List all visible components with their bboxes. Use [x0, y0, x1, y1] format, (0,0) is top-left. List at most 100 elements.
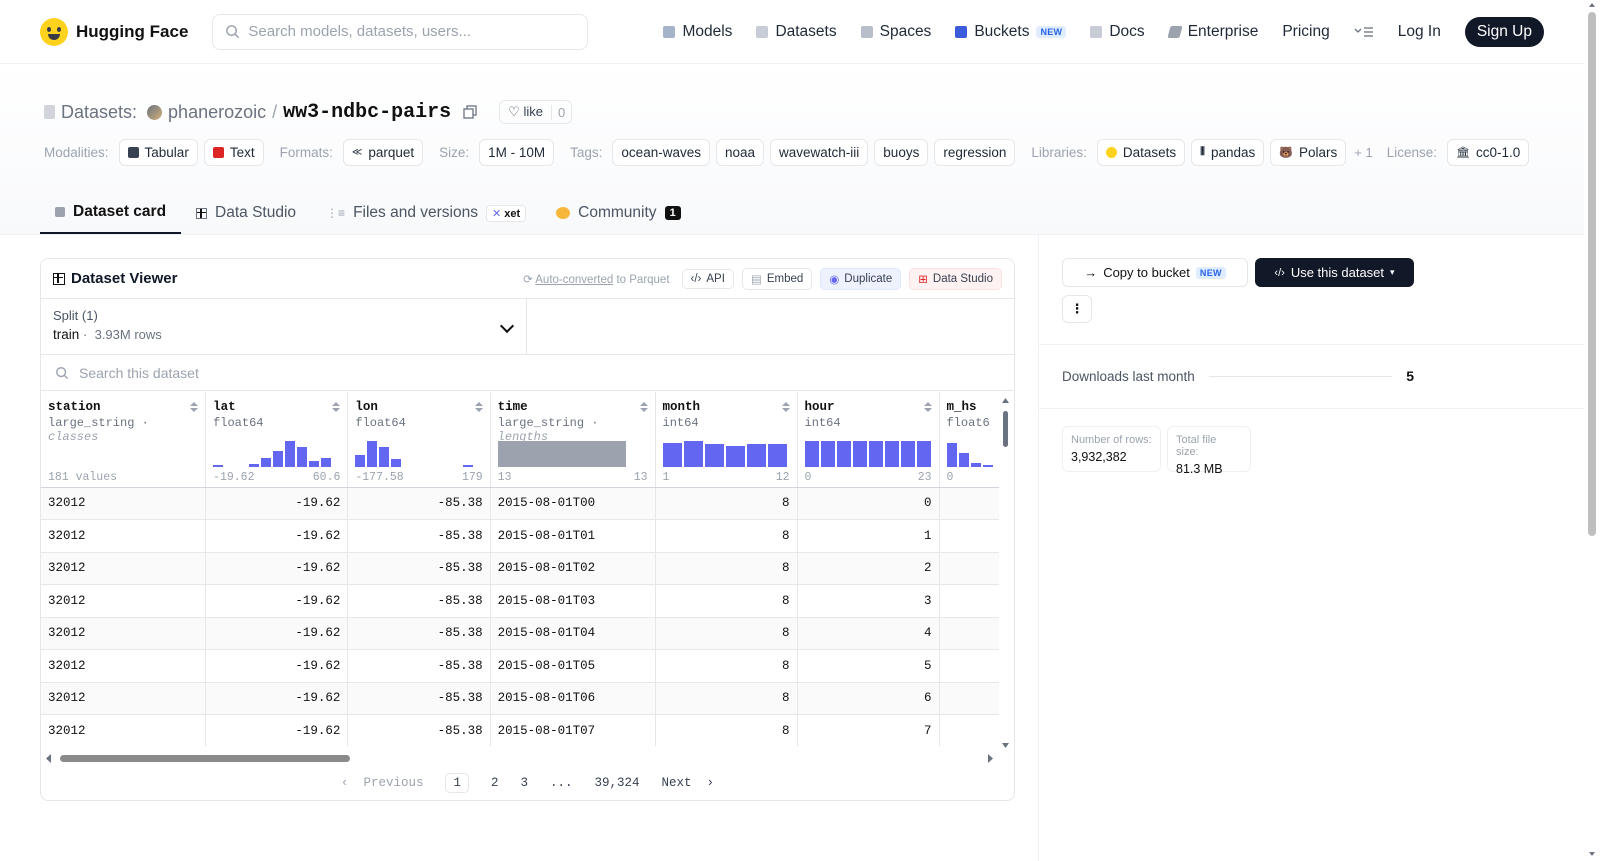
search-input[interactable] [248, 23, 569, 40]
table-cell[interactable]: 8 [655, 519, 798, 553]
table-cell[interactable]: 2015-08-01T04 [490, 617, 656, 650]
like-button[interactable]: ♡ like 0 [499, 100, 573, 124]
table-cell[interactable]: -19.62 [205, 682, 349, 715]
tag-lib-pandas[interactable]: ⦀ pandas [1191, 139, 1265, 166]
dataset-search-input[interactable] [79, 364, 479, 381]
table-cell[interactable] [939, 649, 999, 683]
copy-to-bucket-button[interactable]: → Copy to bucket NEW [1062, 258, 1248, 287]
tag-wavewatch[interactable]: wavewatch-iii [770, 139, 869, 166]
nav-models[interactable]: Models [663, 23, 732, 41]
table-row[interactable]: 32012 -19.62 -85.38 2015-08-01T00 8 0 [41, 487, 999, 520]
table-cell[interactable]: 32012 [41, 714, 207, 746]
table-cell[interactable] [939, 714, 999, 746]
nav-enterprise[interactable]: Enterprise [1167, 23, 1258, 41]
table-cell[interactable]: 2015-08-01T00 [490, 487, 656, 520]
data-studio-button[interactable]: ⊞ Data Studio [909, 267, 1002, 290]
table-vertical-scrollbar[interactable] [1001, 397, 1010, 751]
table-cell[interactable]: -19.62 [205, 649, 349, 683]
column-header-lat[interactable]: lat float64 -19.62 60.6 [205, 392, 349, 488]
histogram[interactable] [804, 439, 931, 467]
table-cell[interactable] [939, 487, 999, 520]
table-cell[interactable]: 0 [797, 487, 940, 520]
table-cell[interactable]: 2015-08-01T03 [490, 584, 656, 618]
tag-regression[interactable]: regression [934, 139, 1016, 166]
table-cell[interactable]: -85.38 [347, 682, 491, 715]
table-cell[interactable]: 32012 [41, 584, 207, 618]
table-cell[interactable]: -19.62 [205, 487, 349, 520]
table-cell[interactable]: 2015-08-01T01 [490, 519, 656, 553]
hf-logo[interactable]: Hugging Face [40, 17, 188, 46]
table-row[interactable]: 32012 -19.62 -85.38 2015-08-01T07 8 7 [41, 714, 999, 746]
table-cell[interactable]: -85.38 [347, 714, 491, 746]
tag-lib-datasets[interactable]: Datasets [1096, 139, 1186, 166]
table-row[interactable]: 32012 -19.62 -85.38 2015-08-01T06 8 6 [41, 682, 999, 715]
table-cell[interactable]: 8 [655, 649, 798, 683]
tag-noaa[interactable]: noaa [715, 139, 765, 166]
table-cell[interactable]: -19.62 [205, 584, 349, 618]
table-cell[interactable]: -19.62 [205, 617, 349, 650]
table-row[interactable]: 32012 -19.62 -85.38 2015-08-01T05 8 5 [41, 649, 999, 683]
table-cell[interactable]: -19.62 [205, 552, 349, 585]
owner-link[interactable]: phanerozoic [168, 102, 266, 123]
tab-community[interactable]: Community 1 [541, 192, 696, 234]
tab-files[interactable]: ⋮≡ Files and versions ✕ xet [311, 192, 541, 234]
table-cell[interactable] [939, 682, 999, 715]
histogram[interactable] [946, 439, 993, 467]
table-cell[interactable]: 8 [655, 682, 798, 715]
previous-page-button[interactable]: ‹ Previous [341, 776, 424, 790]
sort-icon[interactable] [332, 402, 341, 414]
table-row[interactable]: 32012 -19.62 -85.38 2015-08-01T02 8 2 [41, 552, 999, 585]
table-cell[interactable] [939, 552, 999, 585]
table-cell[interactable]: 2015-08-01T05 [490, 649, 656, 683]
tag-buoys[interactable]: buoys [874, 139, 929, 166]
table-cell[interactable]: -85.38 [347, 487, 491, 520]
nav-buckets[interactable]: Buckets NEW [955, 23, 1067, 41]
next-page-button[interactable]: Next › [662, 776, 715, 790]
duplicate-button[interactable]: ◉ Duplicate [820, 267, 902, 290]
tag-license[interactable]: 🏛 cc0-1.0 [1447, 139, 1530, 166]
nav-datasets[interactable]: Datasets [756, 23, 837, 41]
table-cell[interactable]: -19.62 [205, 714, 349, 746]
table-cell[interactable]: 2015-08-01T02 [490, 552, 656, 585]
table-cell[interactable]: 1 [797, 519, 940, 553]
table-cell[interactable]: 32012 [41, 552, 207, 585]
table-cell[interactable]: 8 [655, 617, 798, 650]
table-cell[interactable]: 8 [655, 584, 798, 618]
table-cell[interactable]: -19.62 [205, 519, 349, 553]
table-row[interactable]: 32012 -19.62 -85.38 2015-08-01T01 8 1 [41, 519, 999, 553]
histogram[interactable] [497, 439, 626, 467]
embed-button[interactable]: ▤ Embed [741, 267, 813, 290]
tab-data-studio[interactable]: Data Studio [181, 192, 311, 234]
more-libraries[interactable]: + 1 [1354, 145, 1372, 160]
table-cell[interactable]: 8 [655, 487, 798, 520]
table-cell[interactable]: 4 [797, 617, 940, 650]
table-row[interactable]: 32012 -19.62 -85.38 2015-08-01T03 8 3 [41, 584, 999, 618]
split-selector[interactable]: Split (1) train · 3.93M rows [41, 299, 527, 354]
tag-text[interactable]: Text [203, 139, 264, 166]
page-3-button[interactable]: 3 [520, 776, 528, 790]
login-link[interactable]: Log In [1398, 23, 1441, 41]
menu-icon[interactable] [1354, 26, 1374, 38]
last-page-button[interactable]: 39,324 [595, 776, 640, 790]
column-header-m-hs[interactable]: m_hs float6 0 [939, 392, 999, 488]
table-cell[interactable]: 32012 [41, 617, 207, 650]
table-cell[interactable]: 32012 [41, 649, 207, 683]
tag-size[interactable]: 1M - 10M [479, 139, 555, 166]
histogram[interactable] [213, 439, 332, 467]
table-cell[interactable]: 8 [655, 714, 798, 746]
table-cell[interactable] [939, 519, 999, 553]
table-cell[interactable]: -85.38 [347, 649, 491, 683]
table-cell[interactable]: 32012 [41, 519, 207, 553]
column-header-time[interactable]: time large_string · lengths 13 13 [490, 392, 656, 488]
column-header-month[interactable]: month int64 1 12 [655, 392, 798, 488]
tag-lib-polars[interactable]: 🐻 Polars [1270, 139, 1347, 166]
viewer-search[interactable] [41, 355, 1014, 391]
table-cell[interactable]: 7 [797, 714, 940, 746]
table-row[interactable]: 32012 -19.62 -85.38 2015-08-01T04 8 4 [41, 617, 999, 650]
nav-pricing[interactable]: Pricing [1282, 23, 1329, 41]
tag-parquet[interactable]: ≪ parquet [342, 139, 424, 166]
sort-icon[interactable] [781, 402, 790, 414]
signup-button[interactable]: Sign Up [1464, 16, 1544, 47]
sort-icon[interactable] [923, 402, 932, 414]
use-this-dataset-button[interactable]: ‹/› Use this dataset ▾ [1255, 258, 1414, 287]
